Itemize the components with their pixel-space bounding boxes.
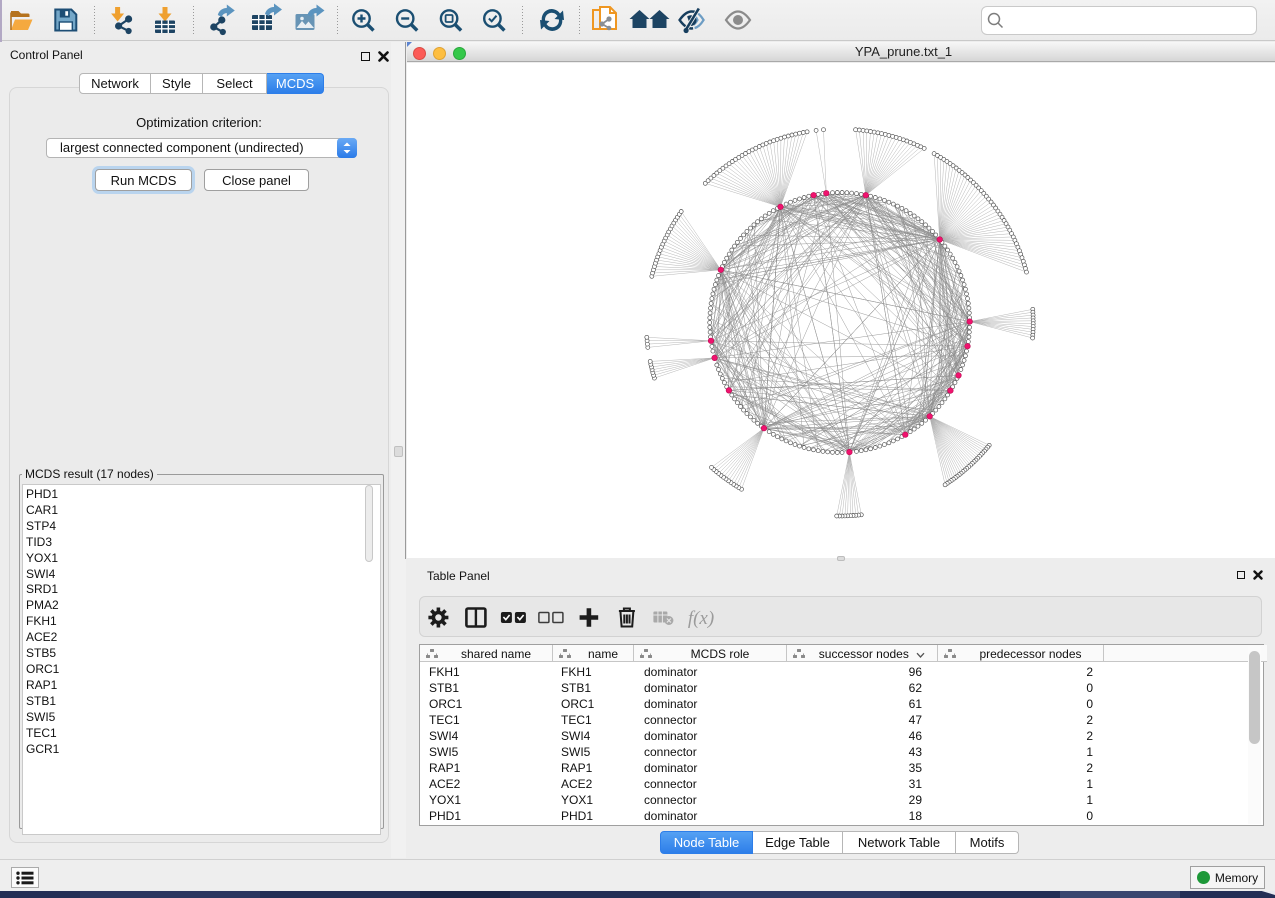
svg-text:f(x): f(x) <box>688 608 714 629</box>
